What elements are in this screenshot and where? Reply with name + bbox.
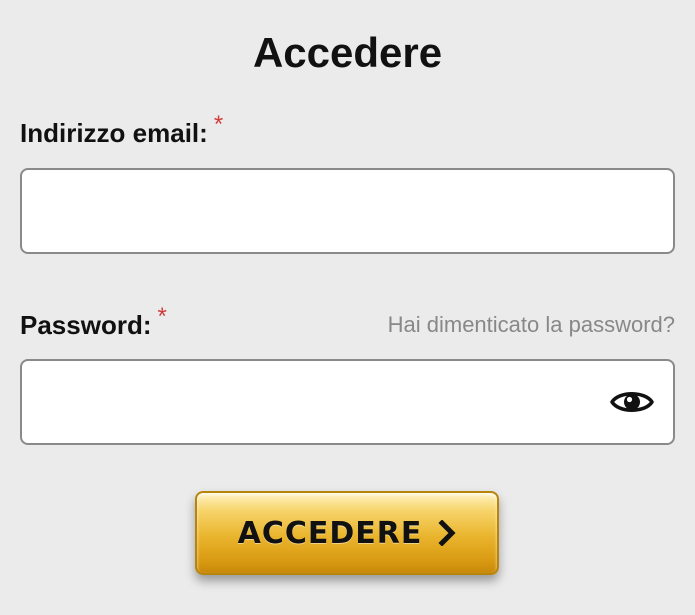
eye-icon [610, 392, 654, 412]
submit-button[interactable]: ACCEDERE [195, 491, 499, 575]
email-label-text: Indirizzo email: [20, 118, 208, 148]
password-field-container [20, 359, 675, 445]
password-label: Password: * [20, 303, 167, 342]
submit-button-label: ACCEDERE [237, 515, 423, 551]
password-label-text: Password: [20, 310, 152, 340]
password-field[interactable] [22, 361, 673, 443]
email-required-marker: * [213, 111, 224, 138]
forgot-password-link[interactable]: Hai dimenticato la password? [388, 310, 675, 340]
page-title: Accedere [252, 29, 443, 76]
chevron-right-icon [438, 520, 456, 546]
email-label: Indirizzo email: * [20, 111, 223, 150]
show-password-toggle[interactable] [609, 383, 655, 421]
password-required-marker: * [157, 303, 167, 330]
email-field-container [20, 168, 675, 254]
email-field[interactable] [22, 170, 673, 252]
